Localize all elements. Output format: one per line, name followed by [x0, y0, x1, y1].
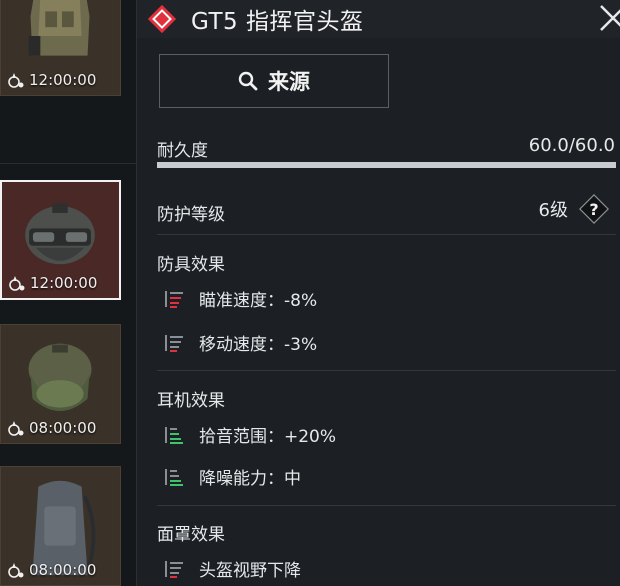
recycle-timer-icon [9, 276, 25, 291]
protection-label: 防护等级 [157, 205, 225, 225]
inventory-slot-ballistic-helmet[interactable]: 08:00:00 [0, 324, 121, 444]
cooldown-timer: 08:00:00 [7, 419, 96, 437]
armor-effect-aim-speed: 瞄准速度：-8% [163, 286, 317, 311]
inventory-column: 12:00:00 12:00:00 08:00:00 08:00:00 [0, 0, 136, 586]
inventory-slot-backpack[interactable]: 08:00:00 [0, 466, 121, 586]
close-icon[interactable] [597, 2, 620, 34]
source-button[interactable]: 来源 [159, 54, 389, 108]
stat-decrease-icon [165, 560, 183, 578]
recycle-timer-icon [8, 563, 24, 578]
armor-effect-move-speed: 移动速度：-3% [163, 330, 317, 355]
visor-effects-heading: 面罩效果 [157, 525, 225, 545]
headset-effect-noise-reduction: 降噪能力：中 [163, 464, 301, 489]
cooldown-timer: 12:00:00 [7, 71, 96, 89]
item-title: GT5 指挥官头盔 [191, 9, 364, 35]
durability-bar [157, 162, 616, 168]
stat-decrease-icon [165, 334, 183, 352]
armor-effects-heading: 防具效果 [157, 255, 225, 275]
recycle-timer-icon [8, 73, 24, 88]
search-icon [238, 71, 258, 91]
inventory-slot-commander-helmet[interactable]: 12:00:00 [0, 180, 121, 300]
divider [157, 370, 616, 371]
recycle-timer-icon [8, 421, 24, 436]
inventory-slot-vest[interactable]: 12:00:00 [0, 0, 121, 96]
column-divider [0, 163, 136, 164]
visor-effect-field-of-view: 头盔视野下降 [163, 556, 301, 581]
stat-decrease-icon [165, 290, 183, 308]
durability-value: 60.0/60.0 [528, 135, 615, 156]
stat-increase-icon [165, 468, 183, 486]
protection-value: 6级 [538, 200, 568, 221]
item-detail-panel: GT5 指挥官头盔 来源 耐久度 60.0/60.0 防护等级 6级 ? 防具效… [136, 0, 620, 586]
durability-bar-fill [157, 162, 616, 168]
help-icon[interactable]: ? [577, 192, 611, 226]
brand-diamond-icon [147, 4, 177, 34]
divider [157, 234, 616, 235]
headset-effect-pickup-range: 拾音范围：+20% [163, 422, 336, 447]
cooldown-timer: 08:00:00 [7, 561, 96, 579]
stat-increase-icon [165, 426, 183, 444]
headset-effects-heading: 耳机效果 [157, 391, 225, 411]
durability-label: 耐久度 [157, 141, 208, 161]
cooldown-timer: 12:00:00 [8, 274, 97, 292]
detail-header: GT5 指挥官头盔 [137, 0, 620, 38]
help-text: ? [589, 200, 598, 219]
divider [157, 505, 616, 506]
